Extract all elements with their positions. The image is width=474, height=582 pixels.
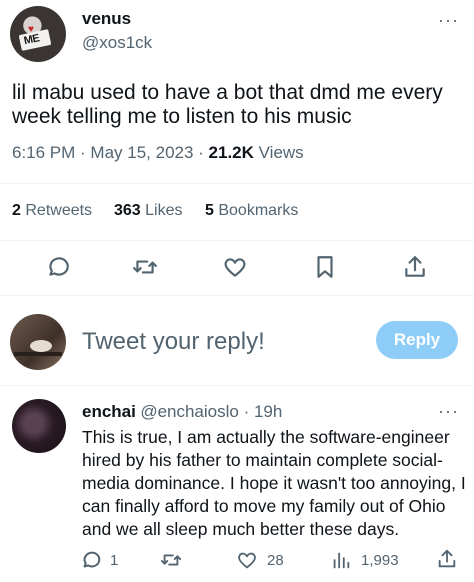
reply-like-icon[interactable] bbox=[236, 549, 258, 571]
reply-author-avatar[interactable] bbox=[12, 399, 66, 453]
more-options-icon[interactable]: ··· bbox=[438, 10, 459, 31]
reply-retweet-icon[interactable] bbox=[160, 549, 182, 571]
avatar-shirt-print: ME bbox=[18, 29, 52, 51]
bookmark-icon[interactable] bbox=[312, 254, 338, 280]
tweet-meta: 6:16 PM · May 15, 2023 · 21.2K Views bbox=[12, 143, 304, 163]
views-count: 21.2K bbox=[208, 143, 254, 162]
author-handle[interactable]: @xos1ck bbox=[82, 33, 152, 53]
reply-author-name[interactable]: enchai bbox=[82, 402, 136, 421]
bookmarks-label: Bookmarks bbox=[218, 202, 299, 219]
reply-like-count: 28 bbox=[267, 552, 284, 569]
reply-views-count: 1,993 bbox=[361, 552, 399, 569]
divider bbox=[0, 385, 474, 386]
like-icon[interactable] bbox=[222, 254, 248, 280]
reply-author-handle[interactable]: @enchaioslo · 19h bbox=[140, 402, 282, 421]
avatar-detail bbox=[30, 340, 52, 352]
reply-icon[interactable] bbox=[45, 254, 71, 280]
reply-comment-icon[interactable] bbox=[80, 549, 102, 571]
reply-input[interactable]: Tweet your reply! bbox=[82, 328, 265, 356]
bookmarks-stat[interactable]: 5 Bookmarks bbox=[205, 202, 298, 220]
retweets-count: 2 bbox=[12, 202, 21, 219]
author-avatar[interactable]: ♥ ME bbox=[10, 6, 66, 62]
current-user-avatar bbox=[10, 314, 66, 370]
retweets-label: Retweets bbox=[25, 202, 93, 219]
bookmarks-count: 5 bbox=[205, 202, 214, 219]
divider bbox=[0, 295, 474, 296]
divider bbox=[0, 183, 474, 184]
author-display-name[interactable]: venus bbox=[82, 9, 131, 29]
retweets-stat[interactable]: 2 Retweets bbox=[12, 202, 92, 220]
avatar-detail bbox=[14, 352, 62, 356]
reply-share-icon[interactable] bbox=[436, 548, 458, 570]
likes-stat[interactable]: 363 Likes bbox=[114, 202, 183, 220]
tweet-timestamp[interactable]: 6:16 PM · May 15, 2023 · bbox=[12, 143, 209, 162]
reply-button[interactable]: Reply bbox=[376, 321, 458, 359]
tweet-text: lil mabu used to have a bot that dmd me … bbox=[12, 81, 443, 128]
reply-author-line: enchai @enchaioslo · 19h bbox=[82, 402, 282, 422]
divider bbox=[0, 240, 474, 241]
share-icon[interactable] bbox=[402, 254, 428, 280]
reply-text: This is true, I am actually the software… bbox=[82, 427, 466, 539]
views-label: Views bbox=[253, 143, 304, 162]
reply-comment-count: 1 bbox=[110, 552, 119, 569]
likes-label: Likes bbox=[145, 202, 183, 219]
likes-count: 363 bbox=[114, 202, 141, 219]
retweet-icon[interactable] bbox=[132, 254, 158, 280]
reply-views-icon[interactable] bbox=[330, 549, 352, 571]
reply-more-options-icon[interactable]: ··· bbox=[438, 401, 459, 422]
